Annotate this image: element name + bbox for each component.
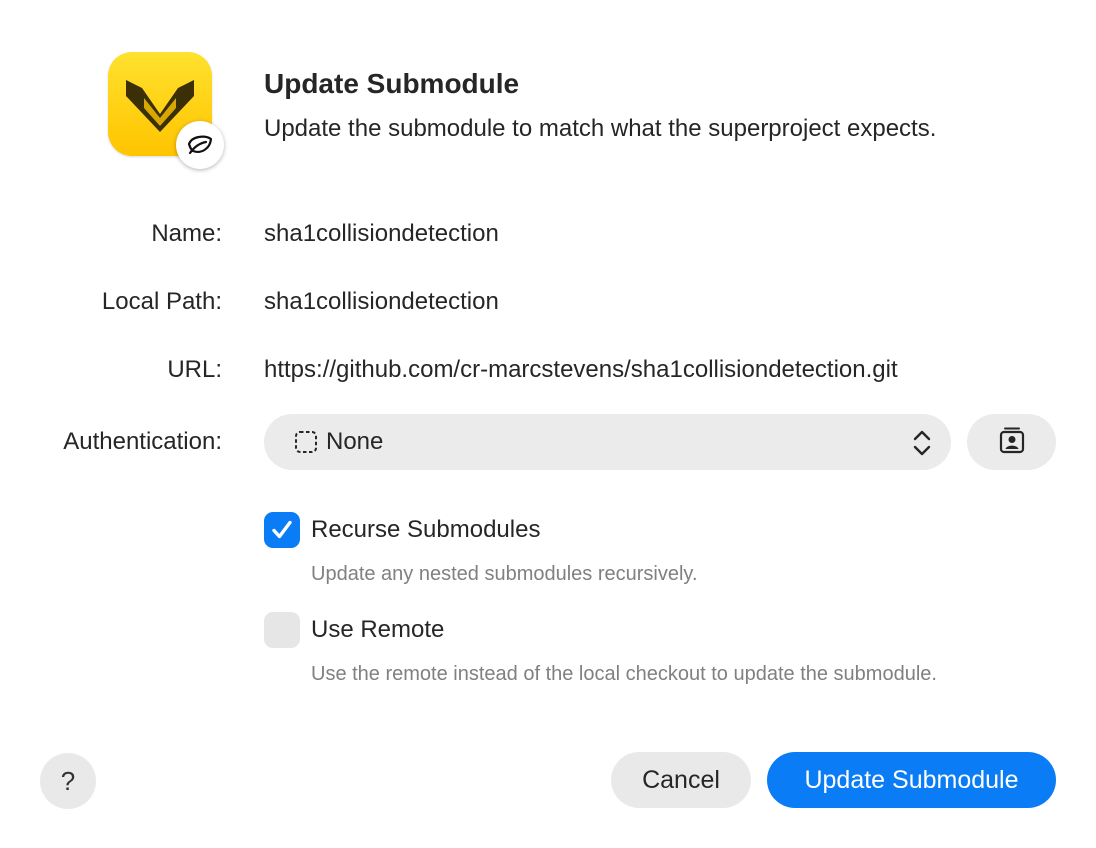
dialog-subtitle: Update the submodule to match what the s…: [264, 115, 937, 142]
cancel-button[interactable]: Cancel: [611, 752, 751, 808]
local-path-label: Local Path:: [101, 288, 222, 315]
url-label: URL:: [167, 356, 222, 383]
recurse-submodules-checkbox[interactable]: [264, 512, 300, 548]
use-remote-label[interactable]: Use Remote: [311, 616, 444, 644]
help-button[interactable]: ?: [40, 753, 96, 809]
keychain-button[interactable]: [967, 414, 1056, 470]
recurse-submodules-label[interactable]: Recurse Submodules: [311, 516, 540, 544]
dialog-title: Update Submodule: [264, 68, 520, 99]
up-down-chevron-icon: [911, 429, 933, 457]
leaf-icon: [176, 121, 224, 169]
use-remote-description: Use the remote instead of the local chec…: [311, 663, 937, 685]
name-label: Name:: [151, 220, 222, 247]
update-submodule-button[interactable]: Update Submodule: [767, 752, 1056, 808]
url-value: https://github.com/cr-marcstevens/sha1co…: [264, 356, 898, 383]
authentication-value: None: [326, 428, 384, 455]
use-remote-checkbox[interactable]: [264, 612, 300, 648]
dashed-square-icon: [294, 430, 318, 454]
local-path-value: sha1collisiondetection: [264, 288, 499, 315]
checkmark-icon: [272, 520, 292, 539]
authentication-select[interactable]: None: [264, 414, 951, 470]
recurse-submodules-description: Update any nested submodules recursively…: [311, 563, 698, 585]
name-value: sha1collisiondetection: [264, 220, 499, 247]
authentication-label: Authentication:: [63, 428, 222, 455]
keychain-icon: [998, 426, 1026, 459]
